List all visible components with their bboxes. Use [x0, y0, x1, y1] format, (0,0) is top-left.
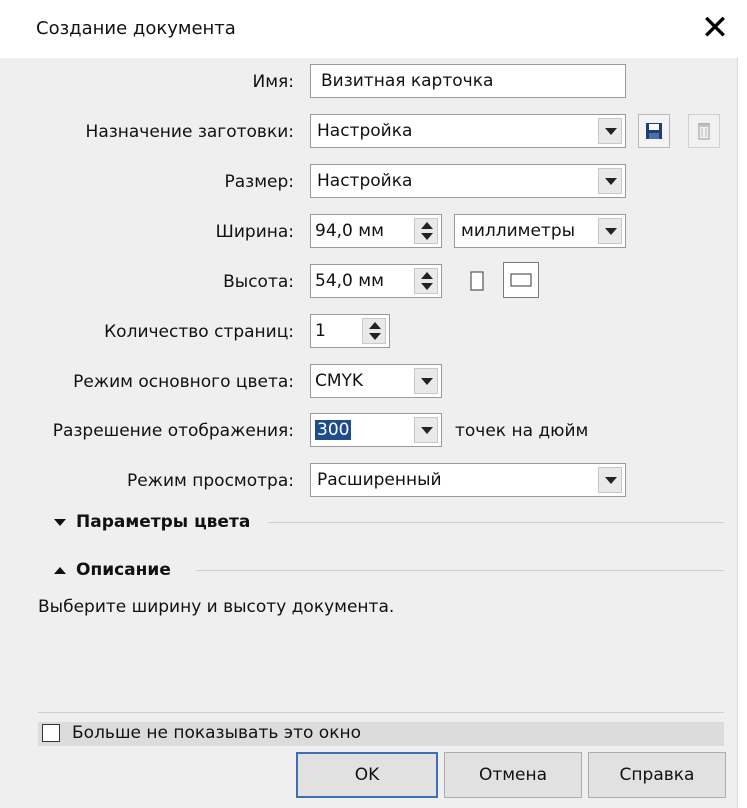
- width-label: Ширина:: [215, 222, 294, 242]
- dialog-title: Создание документа: [36, 18, 236, 39]
- landscape-orientation-button[interactable]: [503, 262, 539, 298]
- preset-dropdown-value: Настройка: [317, 121, 413, 141]
- resolution-label: Разрешение отображения:: [52, 421, 294, 441]
- help-button[interactable]: Справка: [588, 752, 726, 798]
- chevron-down-icon[interactable]: [598, 118, 622, 144]
- cancel-button[interactable]: Отмена: [444, 752, 582, 798]
- section-divider: [268, 522, 724, 523]
- delete-preset-button[interactable]: [688, 114, 720, 148]
- dont-show-label: Больше не показывать это окно: [72, 723, 361, 743]
- color-params-section-title: Параметры цвета: [76, 512, 251, 532]
- color-mode-label: Режим основного цвета:: [73, 372, 294, 392]
- pages-spinner[interactable]: 1: [310, 314, 390, 348]
- chevron-down-icon[interactable]: [414, 417, 438, 443]
- trash-icon: [698, 123, 710, 140]
- name-input-value: Визитная карточка: [321, 71, 494, 91]
- resolution-combobox[interactable]: 300: [310, 413, 442, 447]
- chevron-down-icon[interactable]: [598, 467, 622, 493]
- name-label: Имя:: [252, 72, 295, 92]
- size-dropdown[interactable]: Настройка: [310, 164, 626, 198]
- description-text: Выберите ширину и высоту документа.: [38, 597, 395, 617]
- pages-spinner-value: 1: [315, 321, 326, 341]
- resolution-selected-text: 300: [315, 420, 352, 440]
- units-dropdown-value: миллиметры: [461, 221, 576, 241]
- section-divider: [196, 570, 724, 571]
- units-dropdown[interactable]: миллиметры: [454, 214, 626, 248]
- preview-mode-label: Режим просмотра:: [126, 471, 294, 491]
- resolution-combobox-value: 300: [315, 420, 352, 440]
- save-preset-button[interactable]: [638, 114, 670, 148]
- preset-dropdown[interactable]: Настройка: [310, 114, 626, 148]
- color-mode-dropdown[interactable]: CMYK: [310, 364, 442, 398]
- size-dropdown-value: Настройка: [317, 171, 413, 191]
- pages-label: Количество страниц:: [104, 322, 294, 342]
- height-spinner[interactable]: 54,0 мм: [310, 264, 442, 298]
- color-mode-dropdown-value: CMYK: [315, 371, 364, 391]
- expand-triangle-icon: [54, 518, 66, 526]
- name-input[interactable]: Визитная карточка: [310, 64, 626, 98]
- height-label: Высота:: [223, 272, 294, 292]
- width-spinner[interactable]: 94,0 мм: [310, 214, 442, 248]
- resolution-unit-label: точек на дюйм: [455, 421, 589, 441]
- description-section-header[interactable]: Описание: [54, 560, 171, 580]
- close-icon[interactable]: ✕: [700, 8, 730, 48]
- portrait-page-icon: [470, 271, 484, 291]
- dont-show-checkbox[interactable]: [42, 724, 60, 742]
- floppy-disk-icon: [646, 123, 662, 139]
- height-spinner-value: 54,0 мм: [315, 271, 384, 291]
- chevron-down-icon[interactable]: [598, 168, 622, 194]
- height-stepper-arrows[interactable]: [414, 268, 438, 294]
- preview-mode-dropdown[interactable]: Расширенный: [310, 463, 626, 497]
- ok-button[interactable]: OK: [296, 752, 438, 798]
- size-label: Размер:: [224, 172, 294, 192]
- description-section-title: Описание: [76, 560, 171, 580]
- preset-label: Назначение заготовки:: [85, 122, 294, 142]
- preview-mode-dropdown-value: Расширенный: [317, 470, 442, 490]
- pages-stepper-arrows[interactable]: [362, 318, 386, 344]
- title-bar: Создание документа ✕: [0, 0, 738, 58]
- width-stepper-arrows[interactable]: [414, 218, 438, 244]
- width-spinner-value: 94,0 мм: [315, 221, 384, 241]
- dont-show-row[interactable]: Больше не показывать это окно: [38, 722, 724, 746]
- chevron-down-icon[interactable]: [598, 218, 622, 244]
- create-document-dialog: Создание документа ✕ Имя: Визитная карто…: [0, 0, 738, 808]
- portrait-orientation-button[interactable]: [462, 266, 492, 296]
- collapse-triangle-icon: [54, 566, 66, 574]
- color-params-section-header[interactable]: Параметры цвета: [54, 512, 250, 532]
- footer-divider: [38, 712, 724, 713]
- chevron-down-icon[interactable]: [414, 368, 438, 394]
- landscape-page-icon: [510, 273, 532, 287]
